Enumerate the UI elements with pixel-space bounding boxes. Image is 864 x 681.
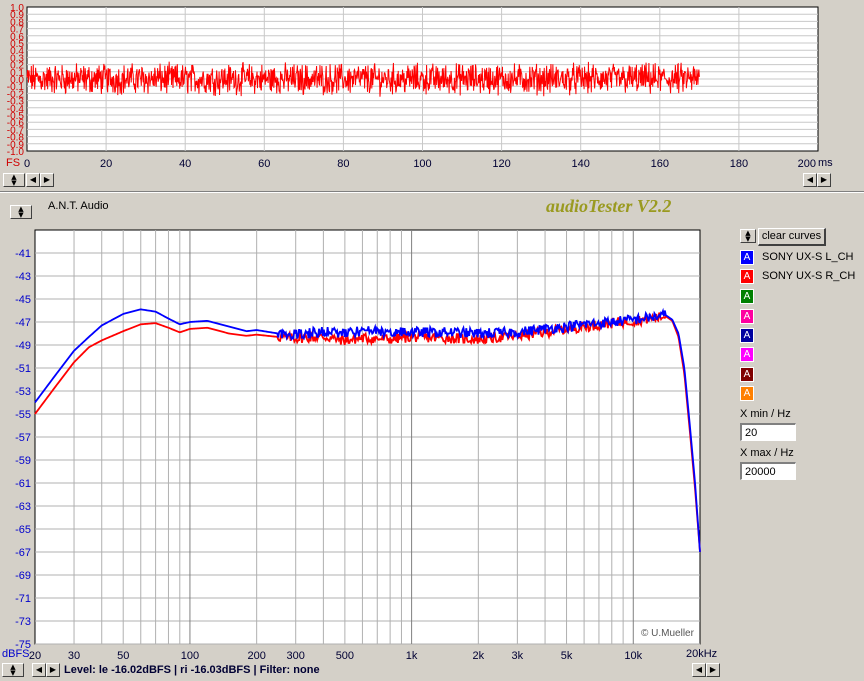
freq-y-tick-label: -67 xyxy=(15,547,31,559)
xmin-input[interactable]: 20 xyxy=(740,423,796,441)
freq-scroll-right-button[interactable]: ▶ xyxy=(46,663,60,677)
legend-swatch[interactable]: A xyxy=(740,328,754,343)
freq-y-tick-label: -49 xyxy=(15,340,31,352)
legend-swatch[interactable]: A xyxy=(740,269,754,284)
freq-x-tick-label: 30 xyxy=(68,650,80,662)
freq-y-tick-label: -47 xyxy=(15,317,31,329)
freq-x-tick-label: 2k xyxy=(473,650,485,662)
freq-x-tick-label: 300 xyxy=(287,650,305,662)
legend-label: SONY UX-S R_CH xyxy=(762,270,856,282)
freq-x-tick-label: 50 xyxy=(117,650,129,662)
freq-y-tick-label: -61 xyxy=(15,478,31,490)
freq-x-end-label: 20kHz xyxy=(686,648,718,660)
freq-x-tick-label: 200 xyxy=(247,650,265,662)
clear-curves-button[interactable]: clear curves xyxy=(758,228,826,246)
freq-y-tick-label: -51 xyxy=(15,363,31,375)
freq-y-tick-label: -45 xyxy=(15,294,31,306)
freq-zoom-right-button[interactable]: ▶ xyxy=(706,663,720,677)
freq-y-tick-label: -55 xyxy=(15,409,31,421)
freq-x-tick-label: 5k xyxy=(561,650,573,662)
legend-swatch[interactable]: A xyxy=(740,347,754,362)
legend-swatch[interactable]: A xyxy=(740,367,754,382)
freq-y-tick-label: -41 xyxy=(15,248,31,260)
freq-x-tick-label: 100 xyxy=(181,650,199,662)
status-spinner[interactable]: ▲ ▼ xyxy=(2,663,24,677)
freq-scroll-left-button[interactable]: ◀ xyxy=(32,663,46,677)
freq-y-tick-label: -57 xyxy=(15,432,31,444)
xmin-label: X min / Hz xyxy=(740,408,791,420)
copyright-label: © U.Mueller xyxy=(641,628,694,639)
freq-y-tick-label: -63 xyxy=(15,501,31,513)
legend-swatch[interactable]: A xyxy=(740,309,754,324)
freq-x-tick-label: 3k xyxy=(512,650,524,662)
freq-x-tick-label: 1k xyxy=(406,650,418,662)
freq-y-tick-label: -69 xyxy=(15,570,31,582)
freq-y-unit: dBFS xyxy=(2,648,30,660)
legend-label: SONY UX-S L_CH xyxy=(762,251,854,263)
freq-y-tick-label: -65 xyxy=(15,524,31,536)
legend-swatch[interactable]: A xyxy=(740,386,754,401)
freq-x-tick-label: 20 xyxy=(29,650,41,662)
freq-y-tick-label: -53 xyxy=(15,386,31,398)
legend-swatch[interactable]: A xyxy=(740,289,754,304)
frequency-plot: -41 -43 -45 -47 -49 -51 -53 -55 -57 -59 -61 -63 -65 -… xyxy=(15,229,701,662)
legend-swatch[interactable]: A xyxy=(740,250,754,265)
xmax-label: X max / Hz xyxy=(740,447,794,459)
freq-zoom-left-button[interactable]: ◀ xyxy=(692,663,706,677)
legend-spinner[interactable]: ▲ ▼ xyxy=(740,229,756,243)
freq-x-tick-label: 500 xyxy=(336,650,354,662)
xmax-input[interactable]: 20000 xyxy=(740,462,796,480)
freq-y-tick-label: -73 xyxy=(15,616,31,628)
status-text: Level: le -16.02dBFS | ri -16.03dBFS | F… xyxy=(64,664,320,676)
freq-y-tick-label: -59 xyxy=(15,455,31,467)
freq-y-tick-label: -43 xyxy=(15,271,31,283)
freq-x-tick-label: 10k xyxy=(624,650,642,662)
freq-y-tick-label: -71 xyxy=(15,593,31,605)
